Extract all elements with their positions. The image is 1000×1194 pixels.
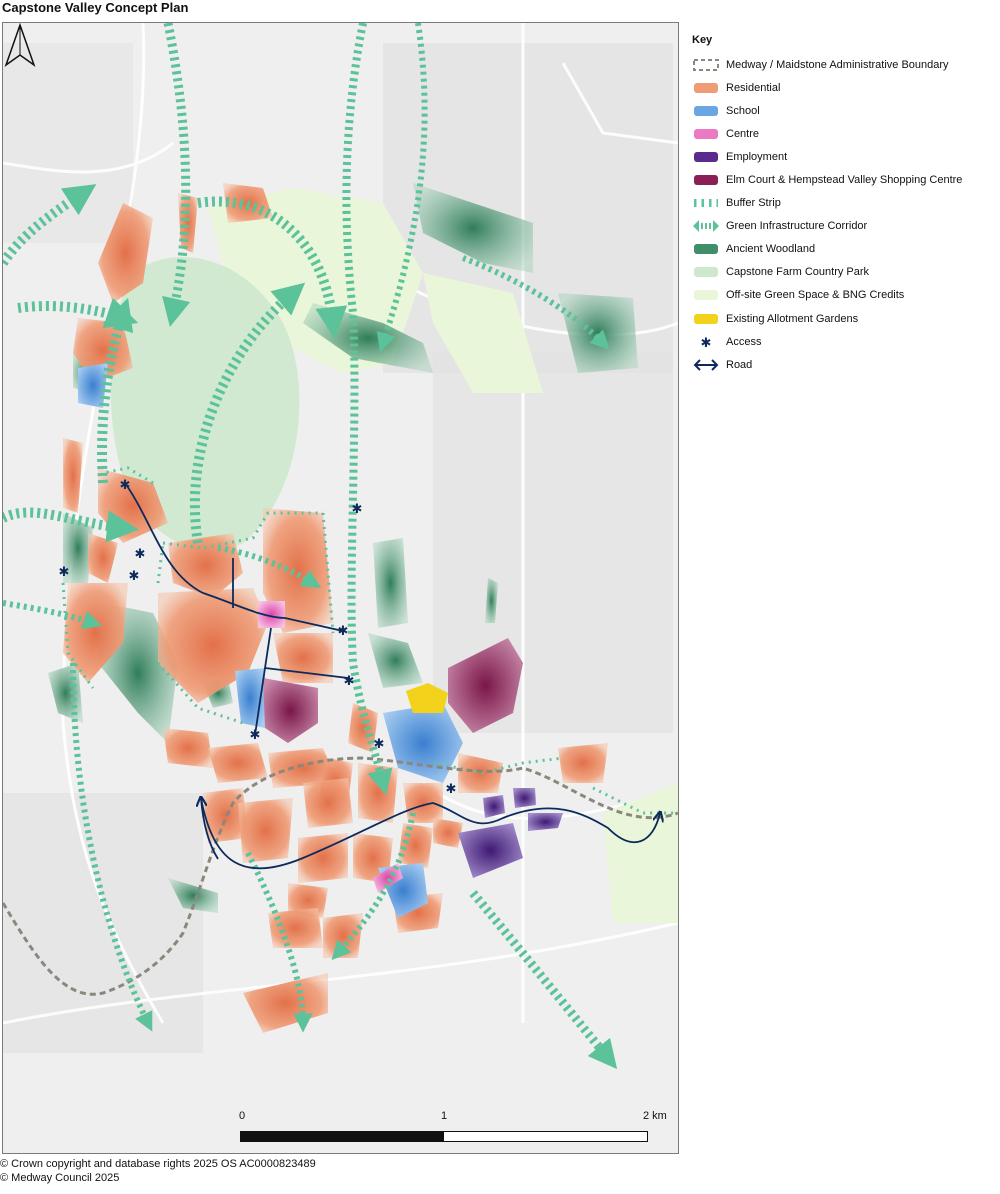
svg-text:✱: ✱	[129, 569, 140, 584]
boundary-dashed-icon	[692, 57, 720, 73]
ancient-woodland-swatch-icon	[692, 241, 720, 257]
legend-label: Green Infrastructure Corridor	[726, 220, 868, 233]
svg-text:✱: ✱	[701, 336, 712, 349]
scale-bar-segment	[241, 1132, 444, 1141]
legend-item-boundary: Medway / Maidstone Administrative Bounda…	[692, 53, 997, 76]
legend-label: Buffer Strip	[726, 197, 781, 210]
scale-label-start: 0	[239, 1110, 246, 1122]
legend-label: Employment	[726, 150, 788, 163]
scale-label-mid: 1	[441, 1110, 448, 1122]
legend-label: Off-site Green Space & BNG Credits	[726, 289, 905, 302]
legend-label: Centre	[726, 127, 760, 140]
legend-item-allotments: Existing Allotment Gardens	[692, 307, 997, 330]
legend-item-school: School	[692, 99, 997, 122]
svg-text:✱: ✱	[344, 674, 355, 689]
legend-item-centre: Centre	[692, 122, 997, 145]
allotment-swatch-icon	[692, 311, 720, 327]
svg-text:✱: ✱	[59, 565, 70, 580]
legend-item-employment: Employment	[692, 145, 997, 168]
buffer-strip-icon	[692, 195, 720, 211]
legend-item-gi-corridor: Green Infrastructure Corridor	[692, 215, 997, 238]
map-canvas[interactable]: ✱ ✱ ✱ ✱ ✱ ✱ ✱ ✱ ✱ ✱ 0 1 2 km	[2, 22, 679, 1154]
legend-label: Medway / Maidstone Administrative Bounda…	[726, 58, 949, 71]
legend-label: School	[726, 104, 760, 117]
scale-bar	[240, 1131, 648, 1142]
gi-corridor-arrow-icon	[692, 218, 720, 234]
legend-item-country-park: Capstone Farm Country Park	[692, 261, 997, 284]
legend-item-residential: Residential	[692, 76, 997, 99]
legend-label: Residential	[726, 81, 781, 94]
legend-item-road: Road	[692, 353, 997, 376]
legend-item-access: ✱ Access	[692, 330, 997, 353]
employment-swatch-icon	[692, 149, 720, 165]
country-park-swatch-icon	[692, 264, 720, 280]
credit-line: © Medway Council 2025	[0, 1172, 120, 1184]
concept-plan-map: ✱ ✱ ✱ ✱ ✱ ✱ ✱ ✱ ✱ ✱	[3, 23, 678, 1153]
scale-label-end: 2 km	[643, 1110, 667, 1122]
svg-text:✱: ✱	[338, 624, 349, 639]
legend-item-offsite-green: Off-site Green Space & BNG Credits	[692, 284, 997, 307]
school-swatch-icon	[692, 103, 720, 119]
svg-text:✱: ✱	[120, 478, 131, 493]
legend-label: Ancient Woodland	[726, 243, 816, 256]
access-asterisk-icon: ✱	[692, 334, 720, 350]
legend-title: Key	[692, 34, 713, 46]
legend-label: Access	[726, 335, 762, 348]
legend-item-buffer-strip: Buffer Strip	[692, 192, 997, 215]
legend-label: Elm Court & Hempstead Valley Shopping Ce…	[726, 174, 963, 187]
legend-label: Existing Allotment Gardens	[726, 312, 859, 325]
legend-item-ancient-woodland: Ancient Woodland	[692, 238, 997, 261]
map-title: Capstone Valley Concept Plan	[2, 0, 189, 15]
shopping-centre-swatch-icon	[692, 172, 720, 188]
svg-text:✱: ✱	[352, 502, 363, 517]
north-arrow-icon	[4, 23, 36, 67]
legend-item-shopping-centre: Elm Court & Hempstead Valley Shopping Ce…	[692, 168, 997, 191]
legend-label: Capstone Farm Country Park	[726, 266, 870, 279]
road-double-arrow-icon	[692, 357, 720, 373]
legend-label: Road	[726, 358, 753, 371]
svg-text:✱: ✱	[374, 737, 385, 752]
residential-swatch-icon	[692, 80, 720, 96]
credit-line: © Crown copyright and database rights 20…	[0, 1158, 316, 1170]
svg-text:✱: ✱	[250, 728, 261, 743]
svg-text:✱: ✱	[446, 782, 457, 797]
map-legend: Key Medway / Maidstone Administrative Bo…	[692, 34, 997, 376]
svg-text:✱: ✱	[135, 547, 146, 562]
centre-swatch-icon	[692, 126, 720, 142]
copyright-credits: © Crown copyright and database rights 20…	[0, 1157, 316, 1185]
offsite-green-swatch-icon	[692, 287, 720, 303]
